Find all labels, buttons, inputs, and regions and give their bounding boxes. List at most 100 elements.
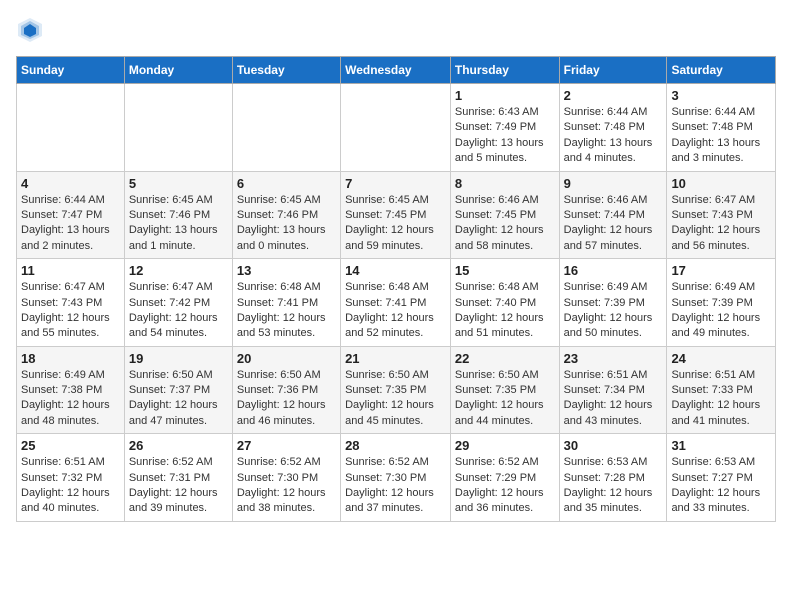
day-info: Sunrise: 6:48 AM Sunset: 7:40 PM Dayligh… bbox=[455, 280, 555, 342]
day-info: Sunrise: 6:43 AM Sunset: 7:49 PM Dayligh… bbox=[455, 105, 555, 167]
day-of-week-header: Tuesday bbox=[232, 57, 340, 84]
calendar-cell: 17 Sunrise: 6:49 AM Sunset: 7:39 PM Dayli… bbox=[667, 259, 776, 347]
day-number: 25 bbox=[21, 438, 120, 453]
calendar-cell: 16 Sunrise: 6:49 AM Sunset: 7:39 PM Dayli… bbox=[559, 259, 667, 347]
calendar-cell: 18 Sunrise: 6:49 AM Sunset: 7:38 PM Dayli… bbox=[17, 346, 125, 434]
day-info: Sunrise: 6:50 AM Sunset: 7:35 PM Dayligh… bbox=[345, 368, 446, 430]
day-number: 13 bbox=[237, 263, 336, 278]
day-info: Sunrise: 6:47 AM Sunset: 7:43 PM Dayligh… bbox=[671, 193, 771, 255]
calendar-cell: 5 Sunrise: 6:45 AM Sunset: 7:46 PM Daylig… bbox=[124, 171, 232, 259]
day-info: Sunrise: 6:50 AM Sunset: 7:36 PM Dayligh… bbox=[237, 368, 336, 430]
calendar-cell: 8 Sunrise: 6:46 AM Sunset: 7:45 PM Daylig… bbox=[450, 171, 559, 259]
day-number: 22 bbox=[455, 351, 555, 366]
day-info: Sunrise: 6:51 AM Sunset: 7:33 PM Dayligh… bbox=[671, 368, 771, 430]
day-info: Sunrise: 6:45 AM Sunset: 7:46 PM Dayligh… bbox=[129, 193, 228, 255]
day-number: 18 bbox=[21, 351, 120, 366]
calendar-cell: 9Sunrise: 6:46 AM Sunset: 7:44 PM Daylig… bbox=[559, 171, 667, 259]
day-number: 5 bbox=[129, 176, 228, 191]
calendar-cell: 21Sunrise: 6:50 AM Sunset: 7:35 PM Dayli… bbox=[341, 346, 451, 434]
calendar-cell: 28 Sunrise: 6:52 AM Sunset: 7:30 PM Dayli… bbox=[341, 434, 451, 522]
day-info: Sunrise: 6:49 AM Sunset: 7:38 PM Dayligh… bbox=[21, 368, 120, 430]
day-number: 23 bbox=[564, 351, 663, 366]
calendar-cell: 24 Sunrise: 6:51 AM Sunset: 7:33 PM Dayli… bbox=[667, 346, 776, 434]
day-number: 11 bbox=[21, 263, 120, 278]
calendar-cell: 20 Sunrise: 6:50 AM Sunset: 7:36 PM Dayli… bbox=[232, 346, 340, 434]
day-info: Sunrise: 6:47 AM Sunset: 7:43 PM Dayligh… bbox=[21, 280, 120, 342]
day-info: Sunrise: 6:51 AM Sunset: 7:34 PM Dayligh… bbox=[564, 368, 663, 430]
calendar-cell: 26 Sunrise: 6:52 AM Sunset: 7:31 PM Dayli… bbox=[124, 434, 232, 522]
day-number: 24 bbox=[671, 351, 771, 366]
day-number: 19 bbox=[129, 351, 228, 366]
day-of-week-header: Thursday bbox=[450, 57, 559, 84]
day-info: Sunrise: 6:50 AM Sunset: 7:35 PM Dayligh… bbox=[455, 368, 555, 430]
day-of-week-header: Monday bbox=[124, 57, 232, 84]
calendar-cell: 4 Sunrise: 6:44 AM Sunset: 7:47 PM Daylig… bbox=[17, 171, 125, 259]
day-info: Sunrise: 6:52 AM Sunset: 7:31 PM Dayligh… bbox=[129, 455, 228, 517]
day-info: Sunrise: 6:45 AM Sunset: 7:46 PM Dayligh… bbox=[237, 193, 336, 255]
calendar-week-row: 11 Sunrise: 6:47 AM Sunset: 7:43 PM Dayli… bbox=[17, 259, 776, 347]
calendar-header-row: SundayMondayTuesdayWednesdayThursdayFrid… bbox=[17, 57, 776, 84]
calendar-cell: 6 Sunrise: 6:45 AM Sunset: 7:46 PM Daylig… bbox=[232, 171, 340, 259]
calendar-cell: 10 Sunrise: 6:47 AM Sunset: 7:43 PM Dayli… bbox=[667, 171, 776, 259]
calendar-cell bbox=[17, 84, 125, 172]
day-number: 8 bbox=[455, 176, 555, 191]
day-info: Sunrise: 6:52 AM Sunset: 7:30 PM Dayligh… bbox=[237, 455, 336, 517]
day-number: 20 bbox=[237, 351, 336, 366]
day-info: Sunrise: 6:50 AM Sunset: 7:37 PM Dayligh… bbox=[129, 368, 228, 430]
day-number: 27 bbox=[237, 438, 336, 453]
day-number: 30 bbox=[564, 438, 663, 453]
day-info: Sunrise: 6:49 AM Sunset: 7:39 PM Dayligh… bbox=[671, 280, 771, 342]
day-number: 6 bbox=[237, 176, 336, 191]
calendar-cell: 7 Sunrise: 6:45 AM Sunset: 7:45 PM Daylig… bbox=[341, 171, 451, 259]
day-number: 16 bbox=[564, 263, 663, 278]
day-number: 10 bbox=[671, 176, 771, 191]
day-info: Sunrise: 6:47 AM Sunset: 7:42 PM Dayligh… bbox=[129, 280, 228, 342]
day-info: Sunrise: 6:44 AM Sunset: 7:47 PM Dayligh… bbox=[21, 193, 120, 255]
calendar-cell: 1 Sunrise: 6:43 AM Sunset: 7:49 PM Daylig… bbox=[450, 84, 559, 172]
calendar-cell: 13 Sunrise: 6:48 AM Sunset: 7:41 PM Dayli… bbox=[232, 259, 340, 347]
calendar-cell: 31Sunrise: 6:53 AM Sunset: 7:27 PM Dayli… bbox=[667, 434, 776, 522]
calendar-cell: 19 Sunrise: 6:50 AM Sunset: 7:37 PM Dayli… bbox=[124, 346, 232, 434]
calendar-cell: 2 Sunrise: 6:44 AM Sunset: 7:48 PM Daylig… bbox=[559, 84, 667, 172]
calendar-cell bbox=[341, 84, 451, 172]
calendar-cell bbox=[124, 84, 232, 172]
calendar-cell: 3Sunrise: 6:44 AM Sunset: 7:48 PM Daylig… bbox=[667, 84, 776, 172]
calendar-week-row: 25 Sunrise: 6:51 AM Sunset: 7:32 PM Dayli… bbox=[17, 434, 776, 522]
day-info: Sunrise: 6:48 AM Sunset: 7:41 PM Dayligh… bbox=[345, 280, 446, 342]
calendar-cell: 15 Sunrise: 6:48 AM Sunset: 7:40 PM Dayli… bbox=[450, 259, 559, 347]
calendar-cell: 30Sunrise: 6:53 AM Sunset: 7:28 PM Dayli… bbox=[559, 434, 667, 522]
calendar-cell: 22 Sunrise: 6:50 AM Sunset: 7:35 PM Dayli… bbox=[450, 346, 559, 434]
day-info: Sunrise: 6:46 AM Sunset: 7:45 PM Dayligh… bbox=[455, 193, 555, 255]
day-number: 28 bbox=[345, 438, 446, 453]
calendar-cell: 29 Sunrise: 6:52 AM Sunset: 7:29 PM Dayli… bbox=[450, 434, 559, 522]
day-number: 4 bbox=[21, 176, 120, 191]
day-info: Sunrise: 6:45 AM Sunset: 7:45 PM Dayligh… bbox=[345, 193, 446, 255]
day-info: Sunrise: 6:48 AM Sunset: 7:41 PM Dayligh… bbox=[237, 280, 336, 342]
logo-icon bbox=[16, 16, 44, 44]
day-info: Sunrise: 6:53 AM Sunset: 7:27 PM Dayligh… bbox=[671, 455, 771, 517]
day-info: Sunrise: 6:51 AM Sunset: 7:32 PM Dayligh… bbox=[21, 455, 120, 517]
day-number: 29 bbox=[455, 438, 555, 453]
calendar-week-row: 4 Sunrise: 6:44 AM Sunset: 7:47 PM Daylig… bbox=[17, 171, 776, 259]
day-number: 12 bbox=[129, 263, 228, 278]
day-number: 2 bbox=[564, 88, 663, 103]
calendar-cell: 25 Sunrise: 6:51 AM Sunset: 7:32 PM Dayli… bbox=[17, 434, 125, 522]
day-of-week-header: Saturday bbox=[667, 57, 776, 84]
day-number: 9 bbox=[564, 176, 663, 191]
day-number: 14 bbox=[345, 263, 446, 278]
day-info: Sunrise: 6:44 AM Sunset: 7:48 PM Dayligh… bbox=[564, 105, 663, 167]
day-number: 7 bbox=[345, 176, 446, 191]
day-number: 3 bbox=[671, 88, 771, 103]
day-info: Sunrise: 6:49 AM Sunset: 7:39 PM Dayligh… bbox=[564, 280, 663, 342]
day-of-week-header: Sunday bbox=[17, 57, 125, 84]
day-number: 15 bbox=[455, 263, 555, 278]
logo bbox=[16, 16, 48, 44]
day-info: Sunrise: 6:52 AM Sunset: 7:30 PM Dayligh… bbox=[345, 455, 446, 517]
day-number: 17 bbox=[671, 263, 771, 278]
calendar-week-row: 18 Sunrise: 6:49 AM Sunset: 7:38 PM Dayli… bbox=[17, 346, 776, 434]
day-info: Sunrise: 6:52 AM Sunset: 7:29 PM Dayligh… bbox=[455, 455, 555, 517]
day-of-week-header: Friday bbox=[559, 57, 667, 84]
calendar-cell bbox=[232, 84, 340, 172]
day-number: 26 bbox=[129, 438, 228, 453]
day-number: 1 bbox=[455, 88, 555, 103]
